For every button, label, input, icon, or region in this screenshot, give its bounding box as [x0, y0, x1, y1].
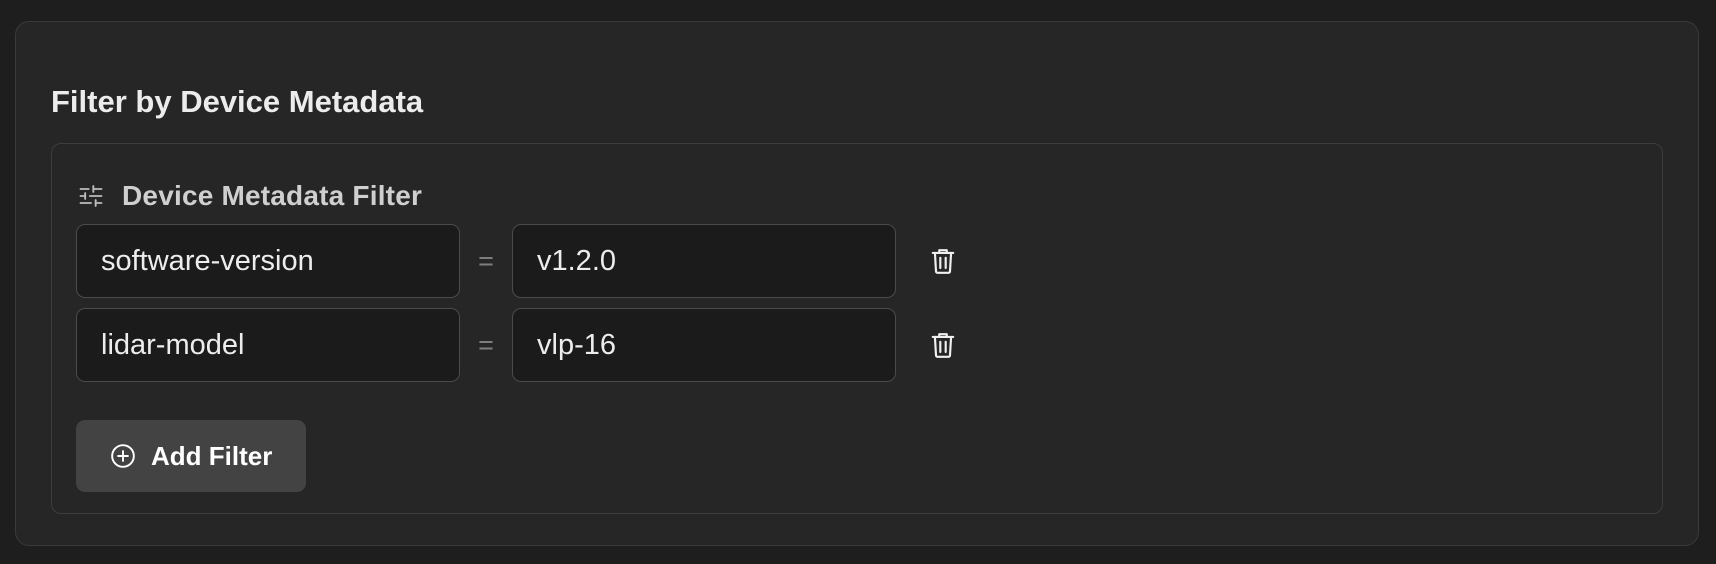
- filter-value-input[interactable]: [512, 224, 896, 298]
- panel-title: Filter by Device Metadata: [51, 84, 424, 119]
- filter-group-header: Device Metadata Filter: [76, 176, 422, 216]
- add-filter-label: Add Filter: [151, 440, 273, 471]
- add-filter-button[interactable]: Add Filter: [76, 420, 306, 492]
- add-circle-icon: [109, 442, 137, 470]
- filter-group-title: Device Metadata Filter: [122, 180, 423, 211]
- filter-key-input[interactable]: [76, 224, 460, 298]
- tune-sliders-icon: [76, 181, 106, 211]
- filter-key-input[interactable]: [76, 308, 460, 382]
- filter-panel: Filter by Device Metadata Device Metadat…: [15, 21, 1699, 546]
- equals-operator: =: [478, 245, 494, 276]
- filter-value-input[interactable]: [512, 308, 896, 382]
- metadata-filter-group: Device Metadata Filter = =: [51, 143, 1663, 514]
- equals-operator: =: [478, 329, 494, 360]
- trash-icon[interactable]: [926, 328, 960, 362]
- filter-row: =: [76, 308, 960, 382]
- trash-icon[interactable]: [926, 244, 960, 278]
- filter-row: =: [76, 224, 960, 298]
